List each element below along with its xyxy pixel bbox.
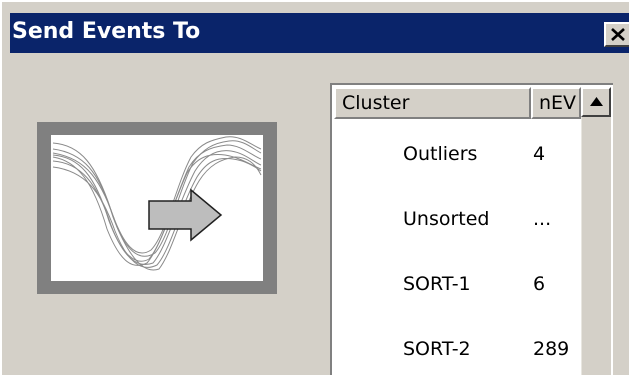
scroll-up-button[interactable] (581, 87, 611, 117)
list-item-outliers[interactable]: Outliers 4 (332, 119, 581, 184)
waveform-canvas (51, 135, 263, 281)
cluster-list[interactable]: Cluster nEV Outliers 4 Unsorted ... SORT… (330, 83, 613, 375)
waveform-send-icon (52, 136, 262, 271)
cluster-name: SORT-2 (403, 338, 471, 360)
title-bar[interactable]: Send Events To (10, 13, 629, 53)
waveform-preview (37, 122, 277, 294)
column-header-cluster[interactable]: Cluster (334, 87, 531, 119)
list-item-sort-2[interactable]: SORT-2 289 (332, 314, 581, 375)
list-item-unsorted[interactable]: Unsorted ... (332, 184, 581, 249)
scroll-up-arrow-icon (590, 97, 603, 106)
send-events-dialog: Send Events To Cluster nEV Outliers 4 Un… (0, 0, 629, 375)
close-button[interactable] (604, 22, 629, 47)
list-item-sort-1[interactable]: SORT-1 6 (332, 249, 581, 314)
event-count: ... (533, 208, 552, 230)
cluster-name: Unsorted (403, 208, 490, 230)
column-header-nev[interactable]: nEV (531, 87, 581, 119)
event-count: 4 (533, 143, 546, 165)
vertical-scrollbar[interactable] (581, 117, 611, 375)
cluster-name: Outliers (403, 143, 478, 165)
cluster-name: SORT-1 (403, 273, 471, 295)
event-count: 289 (533, 338, 570, 360)
dialog-title: Send Events To (12, 19, 201, 44)
close-icon (611, 28, 625, 41)
cluster-rows: Outliers 4 Unsorted ... SORT-1 6 SORT-2 … (332, 119, 581, 375)
event-count: 6 (533, 273, 546, 295)
